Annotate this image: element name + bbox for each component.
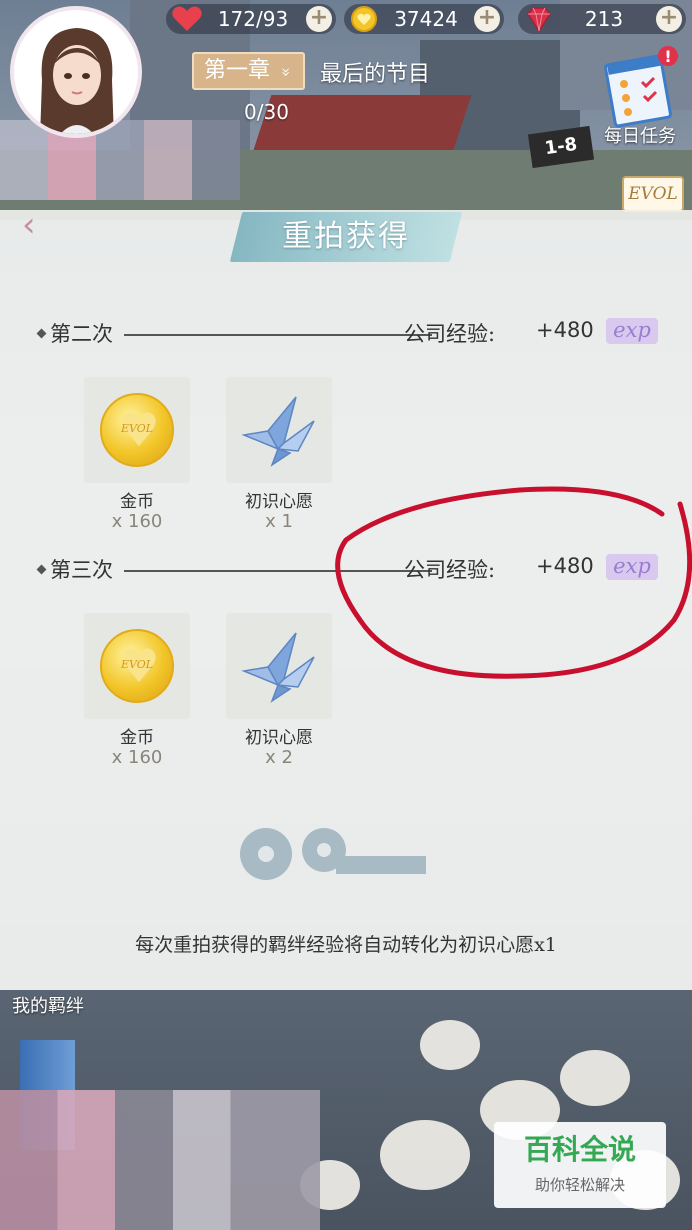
heart-icon: [172, 6, 202, 32]
reward-quantity: x 2: [265, 747, 293, 768]
panel-title: 重拍获得: [282, 219, 410, 254]
reward-icon-box: ♥ EVOL: [84, 613, 190, 719]
add-gold-button[interactable]: +: [474, 6, 500, 32]
add-diamond-button[interactable]: +: [656, 6, 682, 32]
stamina-counter: 172/93 +: [166, 4, 336, 34]
stamina-value: 172/93: [217, 7, 289, 31]
reward-icon-box: [226, 377, 332, 483]
gold-value: 37424: [394, 7, 458, 31]
my-bonds-label[interactable]: 我的羁绊: [12, 992, 84, 1018]
divider: [124, 334, 432, 336]
reward-name: 金币: [120, 492, 154, 512]
watermark: 百科全说 助你轻松解决: [494, 1122, 666, 1208]
chapter-progress: 0/30: [244, 100, 289, 124]
company-exp-label: 公司经验:: [404, 322, 496, 346]
section-header: 第三次 公司经验: +480 exp: [36, 554, 678, 584]
chapter-title: 最后的节目: [320, 62, 431, 87]
ruby-gem-icon: [527, 7, 551, 33]
blossom: [420, 1020, 480, 1070]
section-header: 第二次 公司经验: +480 exp: [36, 318, 678, 348]
gold-coin-icon: [351, 6, 377, 32]
reward-item[interactable]: ♥ EVOL 金币 x 160: [84, 377, 190, 537]
reward-quantity: x 1: [265, 511, 293, 532]
evol-badge[interactable]: EVOL: [622, 176, 684, 212]
exp-icon: exp: [606, 318, 658, 344]
reward-item[interactable]: 初识心愿 x 1: [226, 377, 332, 537]
diamond-counter: 213 +: [518, 4, 686, 34]
reward-name: 初识心愿: [245, 728, 313, 748]
paper-crane-icon: [241, 632, 315, 703]
chapter-select-button[interactable]: 第一章 »: [192, 52, 305, 90]
reward-name: 初识心愿: [245, 492, 313, 512]
avatar[interactable]: [10, 6, 142, 138]
watermark-subtitle: 助你轻松解决: [534, 1176, 625, 1194]
add-stamina-button[interactable]: +: [306, 6, 332, 32]
chevron-down-icon: »: [276, 67, 296, 77]
diamond-bullet-icon: [36, 564, 47, 575]
company-exp-label: 公司经验:: [404, 558, 496, 582]
company-exp-value: +480: [536, 554, 594, 578]
chapter-label: 第一章: [204, 58, 271, 83]
watermark-title: 百科全说: [523, 1133, 636, 1166]
section-title: 第二次: [50, 322, 113, 346]
reward-icon-box: ♥ EVOL: [84, 377, 190, 483]
exp-icon: exp: [606, 554, 658, 580]
blossom: [560, 1050, 630, 1106]
coin-emblem: EVOL: [120, 422, 154, 435]
blossom: [380, 1120, 470, 1190]
diamond-bullet-icon: [36, 328, 47, 339]
pixelated-block: [0, 1090, 320, 1230]
diamond-value: 213: [584, 7, 624, 31]
reward-item[interactable]: ♥ EVOL 金币 x 160: [84, 613, 190, 773]
section-title: 第三次: [50, 558, 113, 582]
company-exp-value: +480: [536, 318, 594, 342]
gold-counter: 37424 +: [344, 4, 504, 34]
paper-crane-icon: [241, 396, 315, 467]
gold-coin-icon: ♥ EVOL: [100, 629, 174, 703]
reshoot-footnote: 每次重拍获得的羁绊经验将自动转化为初识心愿x1: [135, 934, 557, 956]
reward-quantity: x 160: [111, 747, 163, 768]
task-alert-badge: !: [664, 47, 671, 66]
gold-coin-icon: ♥ EVOL: [100, 393, 174, 467]
reward-quantity: x 160: [111, 511, 163, 532]
film-reel-icon: [240, 828, 426, 880]
reward-icon-box: [226, 613, 332, 719]
girl-portrait-icon: [40, 28, 114, 134]
coin-emblem: EVOL: [120, 658, 154, 671]
divider: [124, 570, 432, 572]
daily-task-label[interactable]: 每日任务: [604, 122, 676, 148]
reward-item[interactable]: 初识心愿 x 2: [226, 613, 332, 773]
back-arrow-icon[interactable]: ‹: [22, 208, 68, 246]
reward-name: 金币: [120, 728, 154, 748]
